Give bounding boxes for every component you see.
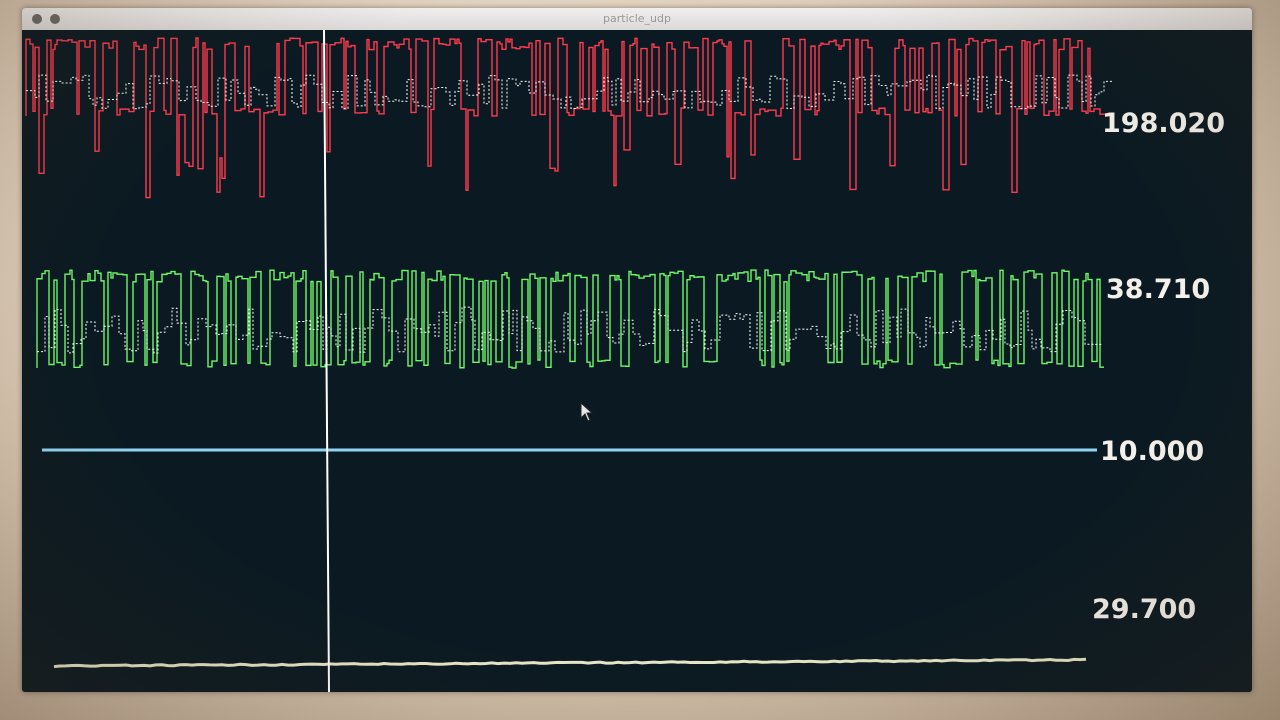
plot-area[interactable] xyxy=(22,30,1252,692)
readout-red: 198.020 xyxy=(1102,108,1225,139)
mouse-pointer-icon xyxy=(580,402,594,422)
readout-green: 38.710 xyxy=(1106,274,1211,305)
readout-blue: 10.000 xyxy=(1100,436,1205,467)
app-window: particle_udp 198.020 38.710 10.000 29.70… xyxy=(22,8,1252,692)
window-title: particle_udp xyxy=(603,12,671,25)
plot-background xyxy=(22,30,1252,692)
readout-yellow: 29.700 xyxy=(1092,594,1197,625)
title-bar[interactable]: particle_udp xyxy=(22,8,1252,31)
